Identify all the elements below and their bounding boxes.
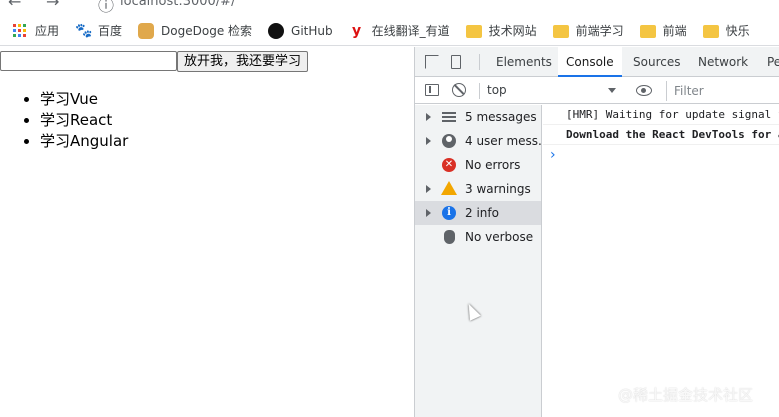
doge-icon: [138, 22, 155, 39]
folder-icon: [702, 25, 719, 38]
bookmark-baidu[interactable]: 🐾 百度: [75, 22, 122, 39]
warning-icon: [441, 181, 457, 195]
site-info-icon[interactable]: ⓘ: [98, 0, 114, 16]
bookmark-folder-frontend[interactable]: 前端: [639, 22, 687, 39]
expand-arrow-icon[interactable]: [426, 185, 431, 193]
tab-network[interactable]: Network: [698, 47, 748, 77]
folder-icon: [465, 25, 482, 38]
device-toolbar-icon[interactable]: [451, 55, 461, 69]
bookmark-label: GitHub: [291, 23, 333, 38]
sidebar-item-label: 2 info: [465, 206, 499, 220]
tab-sources[interactable]: Sources: [633, 47, 680, 77]
bookmark-label: 应用: [35, 24, 60, 38]
url-text[interactable]: localhost:3000/#/: [120, 0, 235, 9]
console-message: Download the React DevTools for a better…: [543, 125, 779, 145]
bookmarks-bar: 应用 🐾 百度 DogeDoge 检索 GitHub y 在线翻译_有道 技术网…: [0, 16, 779, 46]
tab-console[interactable]: Console: [558, 47, 622, 77]
expand-arrow-icon[interactable]: [426, 209, 431, 217]
list-item: 学习React: [40, 110, 128, 131]
console-sidebar: 5 messages 4 user mess... ✕ No errors 3 …: [415, 105, 549, 417]
filter-input[interactable]: Filter: [666, 81, 779, 101]
apps-icon: [12, 23, 28, 39]
folder-icon: [639, 25, 656, 38]
sidebar-item-user-messages[interactable]: 4 user mess...: [415, 129, 549, 153]
bookmark-github[interactable]: GitHub: [268, 22, 333, 39]
sidebar-item-errors[interactable]: ✕ No errors: [415, 153, 541, 177]
sidebar-item-label: 5 messages: [465, 110, 537, 124]
youdao-icon: y: [352, 22, 362, 39]
eye-icon[interactable]: [636, 85, 652, 96]
browser-url-bar: ← → ⓘ localhost:3000/#/: [0, 0, 779, 16]
bookmark-folder-tech[interactable]: 技术网站: [465, 22, 537, 39]
paw-icon: 🐾: [75, 22, 93, 39]
bookmark-label: 快乐: [725, 24, 750, 38]
sidebar-item-label: 4 user mess...: [465, 134, 550, 148]
context-select[interactable]: top: [487, 78, 620, 103]
inspect-element-icon[interactable]: [425, 55, 439, 69]
bookmark-folder-happy[interactable]: 快乐: [702, 22, 750, 39]
back-arrow-icon[interactable]: ←: [8, 0, 21, 11]
list-icon: [442, 112, 456, 122]
expand-arrow-icon[interactable]: [426, 137, 431, 145]
tab-performance[interactable]: Pe: [767, 47, 779, 77]
devtools-panel: Elements Console Sources Network Pe top …: [414, 47, 779, 417]
list-item: 学习Vue: [40, 89, 128, 110]
bug-icon: [444, 230, 455, 244]
page-content: 放开我，我还要学习 学习Vue 学习React 学习Angular: [0, 47, 414, 417]
error-icon: ✕: [442, 158, 456, 172]
list-item: 学习Angular: [40, 131, 128, 152]
info-icon: i: [442, 206, 456, 220]
watermark: @稀土掘金技术社区: [618, 386, 754, 404]
todo-list: 学习Vue 学习React 学习Angular: [40, 89, 128, 152]
divider: [479, 83, 480, 99]
sidebar-item-verbose[interactable]: No verbose: [415, 225, 541, 249]
devtools-tab-bar: Elements Console Sources Network Pe: [415, 47, 779, 77]
sidebar-item-label: 3 warnings: [465, 182, 531, 196]
sidebar-item-info[interactable]: i 2 info: [415, 201, 541, 225]
add-todo-button[interactable]: 放开我，我还要学习: [177, 51, 309, 72]
github-icon: [268, 22, 285, 39]
todo-input[interactable]: [0, 51, 177, 71]
forward-arrow-icon[interactable]: →: [46, 0, 59, 11]
folder-icon: [552, 25, 569, 38]
console-prompt-icon[interactable]: ›: [550, 147, 556, 163]
bookmark-label: 前端: [662, 24, 687, 38]
bookmark-label: 前端学习: [575, 24, 624, 38]
bookmark-youdao[interactable]: y 在线翻译_有道: [349, 22, 450, 39]
sidebar-item-warnings[interactable]: 3 warnings: [415, 177, 541, 201]
bookmark-folder-frontend-study[interactable]: 前端学习: [552, 22, 624, 39]
expand-arrow-icon[interactable]: [426, 113, 431, 121]
sidebar-item-messages[interactable]: 5 messages: [415, 105, 541, 129]
bookmark-label: 百度: [98, 24, 123, 38]
clear-console-icon[interactable]: [452, 83, 466, 97]
divider: [479, 54, 480, 70]
bookmark-label: DogeDoge 检索: [161, 24, 253, 38]
sidebar-toggle-icon[interactable]: [425, 84, 439, 96]
user-icon: [442, 134, 456, 148]
bookmark-apps[interactable]: 应用: [12, 22, 59, 39]
console-message: [HMR] Waiting for update signal from WDS…: [543, 105, 779, 125]
sidebar-item-label: No verbose: [465, 230, 534, 244]
chevron-down-icon[interactable]: [608, 88, 616, 93]
sidebar-item-label: No errors: [465, 158, 521, 172]
bookmark-label: 在线翻译_有道: [371, 24, 450, 38]
tab-elements[interactable]: Elements: [496, 47, 552, 77]
bookmark-dogedoge[interactable]: DogeDoge 检索: [138, 22, 252, 39]
console-output[interactable]: [HMR] Waiting for update signal from WDS…: [543, 105, 779, 417]
bookmark-label: 技术网站: [488, 24, 537, 38]
console-toolbar: top Filter: [415, 78, 779, 104]
